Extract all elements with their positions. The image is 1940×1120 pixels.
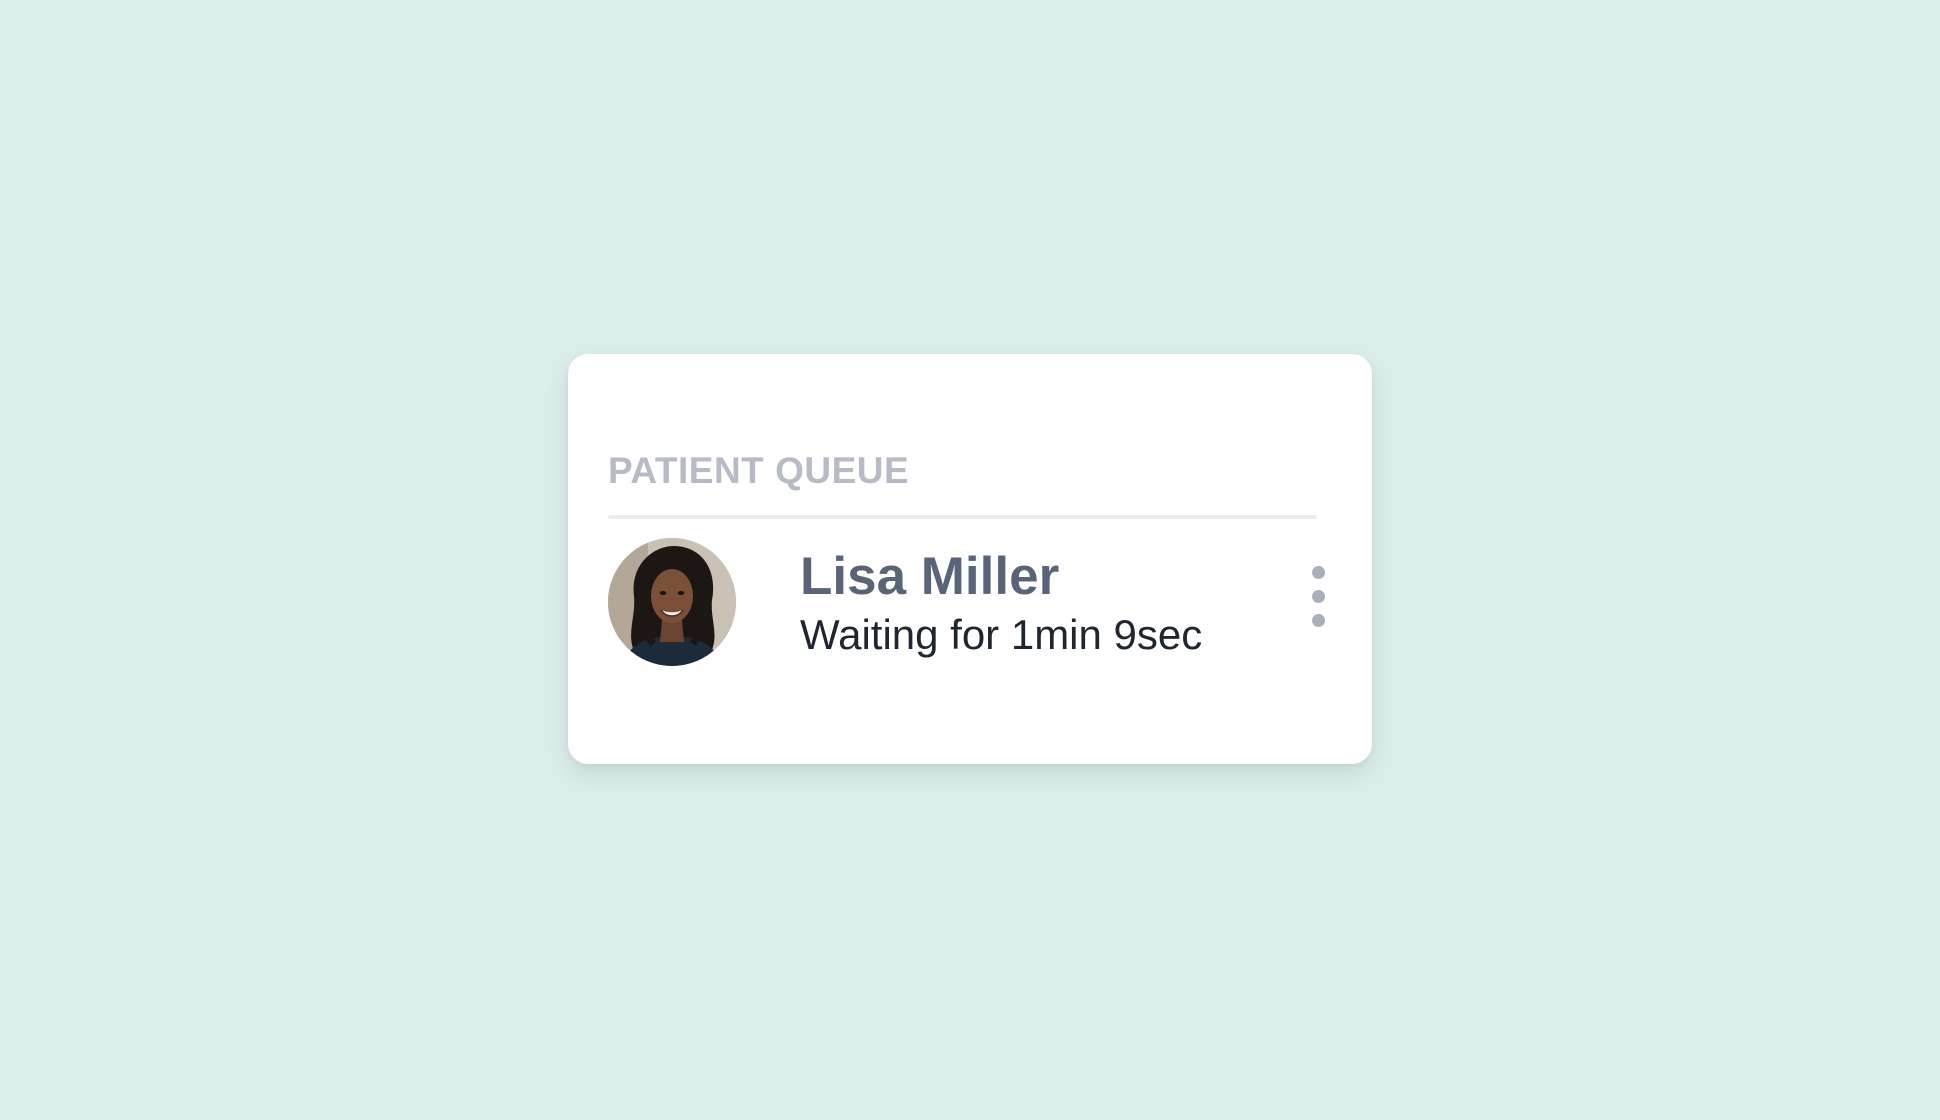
more-options-button[interactable] [1303,566,1333,640]
more-vertical-icon [1312,566,1325,579]
more-vertical-icon-dot [1312,590,1325,603]
more-vertical-icon-dot [1312,614,1325,627]
patient-avatar [608,538,736,666]
patient-name: Lisa Miller [800,547,1060,606]
divider [608,515,1317,519]
patient-queue-card: PATIENT QUEUE Lisa Miller Waiting for 1m… [568,354,1372,764]
avatar-image [608,538,736,666]
queue-item[interactable]: Lisa Miller Waiting for 1min 9sec [608,538,1328,668]
wait-time-status: Waiting for 1min 9sec [800,611,1203,658]
section-title: PATIENT QUEUE [608,450,910,491]
